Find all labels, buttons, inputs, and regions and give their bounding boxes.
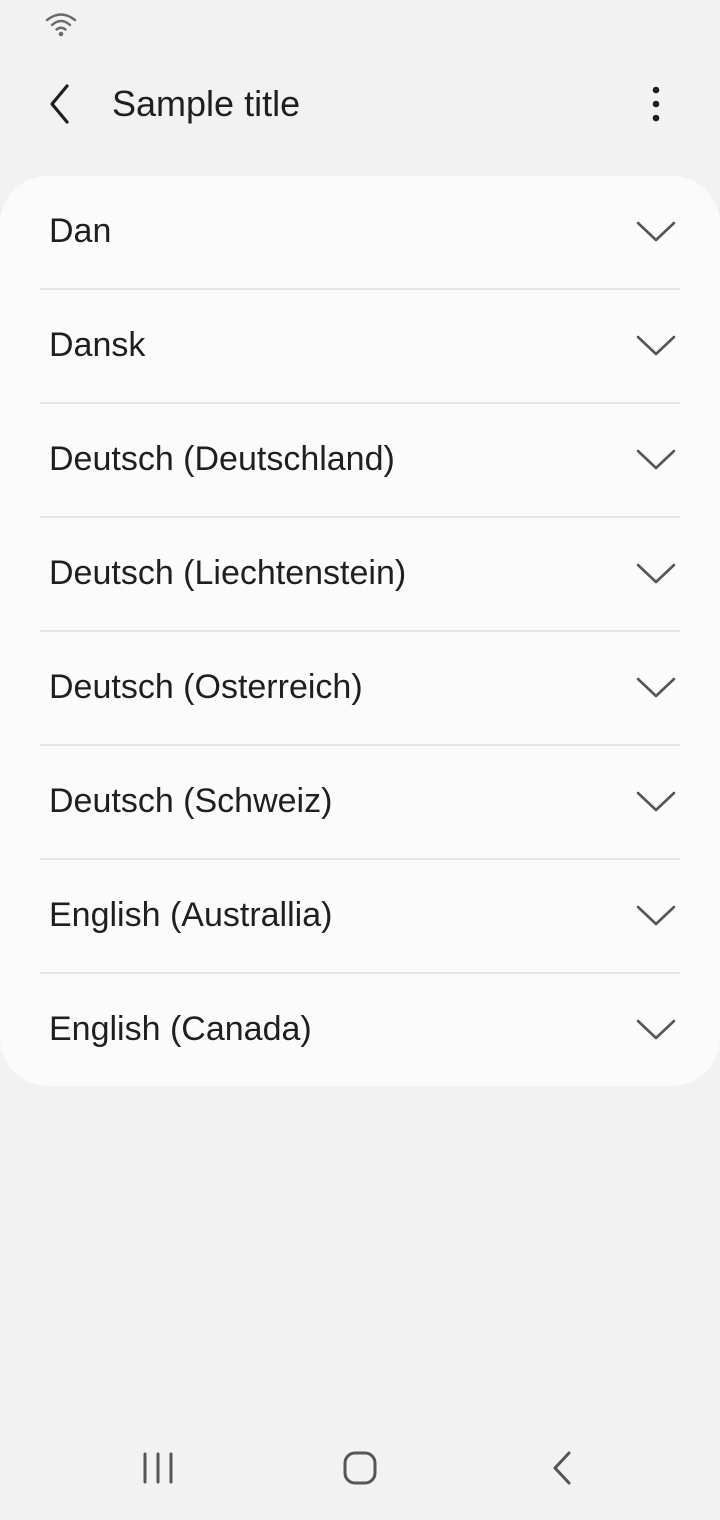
back-button[interactable] xyxy=(30,78,90,130)
app-bar: Sample title xyxy=(0,58,720,148)
list-item-label: Deutsch (Deutschland) xyxy=(49,440,395,478)
list-item-label: English (Australlia) xyxy=(49,896,333,934)
list-item-label: Dansk xyxy=(49,326,146,364)
language-list: Dan Dansk Deutsch (Deutschland) Deutsch … xyxy=(0,176,720,1086)
wifi-icon xyxy=(45,13,77,37)
chevron-left-icon xyxy=(50,84,69,124)
chevron-down-icon xyxy=(636,905,676,926)
chevron-down-icon xyxy=(636,791,676,812)
chevron-down-icon xyxy=(636,221,676,242)
list-item-deutsch-liechtenstein[interactable]: Deutsch (Liechtenstein) xyxy=(0,518,720,632)
list-item-label: Deutsch (Liechtenstein) xyxy=(49,554,407,592)
recent-apps-button[interactable] xyxy=(118,1438,198,1498)
list-item-dan[interactable]: Dan xyxy=(0,176,720,290)
list-item-label: Dan xyxy=(49,212,112,250)
page-title: Sample title xyxy=(112,83,301,124)
list-item-dansk[interactable]: Dansk xyxy=(0,290,720,404)
more-vertical-icon xyxy=(652,86,660,122)
recent-apps-icon xyxy=(143,1452,173,1484)
list-item-english-australlia[interactable]: English (Australlia) xyxy=(0,860,720,974)
nav-back-button[interactable] xyxy=(522,1438,602,1498)
list-item-deutsch-deutschland[interactable]: Deutsch (Deutschland) xyxy=(0,404,720,518)
list-item-label: Deutsch (Schweiz) xyxy=(49,782,333,820)
navigation-bar xyxy=(0,1424,720,1520)
chevron-down-icon xyxy=(636,563,676,584)
list-item-label: English (Canada) xyxy=(49,1010,312,1048)
more-options-button[interactable] xyxy=(630,76,682,132)
chevron-down-icon xyxy=(636,1019,676,1040)
chevron-down-icon xyxy=(636,335,676,356)
home-button[interactable] xyxy=(320,1438,400,1498)
back-icon xyxy=(553,1451,571,1485)
chevron-down-icon xyxy=(636,677,676,698)
list-item-english-canada[interactable]: English (Canada) xyxy=(0,974,720,1086)
list-item-label: Deutsch (Osterreich) xyxy=(49,668,363,706)
list-item-deutsch-schweiz[interactable]: Deutsch (Schweiz) xyxy=(0,746,720,860)
chevron-down-icon xyxy=(636,449,676,470)
list-item-deutsch-osterreich[interactable]: Deutsch (Osterreich) xyxy=(0,632,720,746)
home-icon xyxy=(343,1451,377,1485)
status-bar xyxy=(0,0,720,50)
